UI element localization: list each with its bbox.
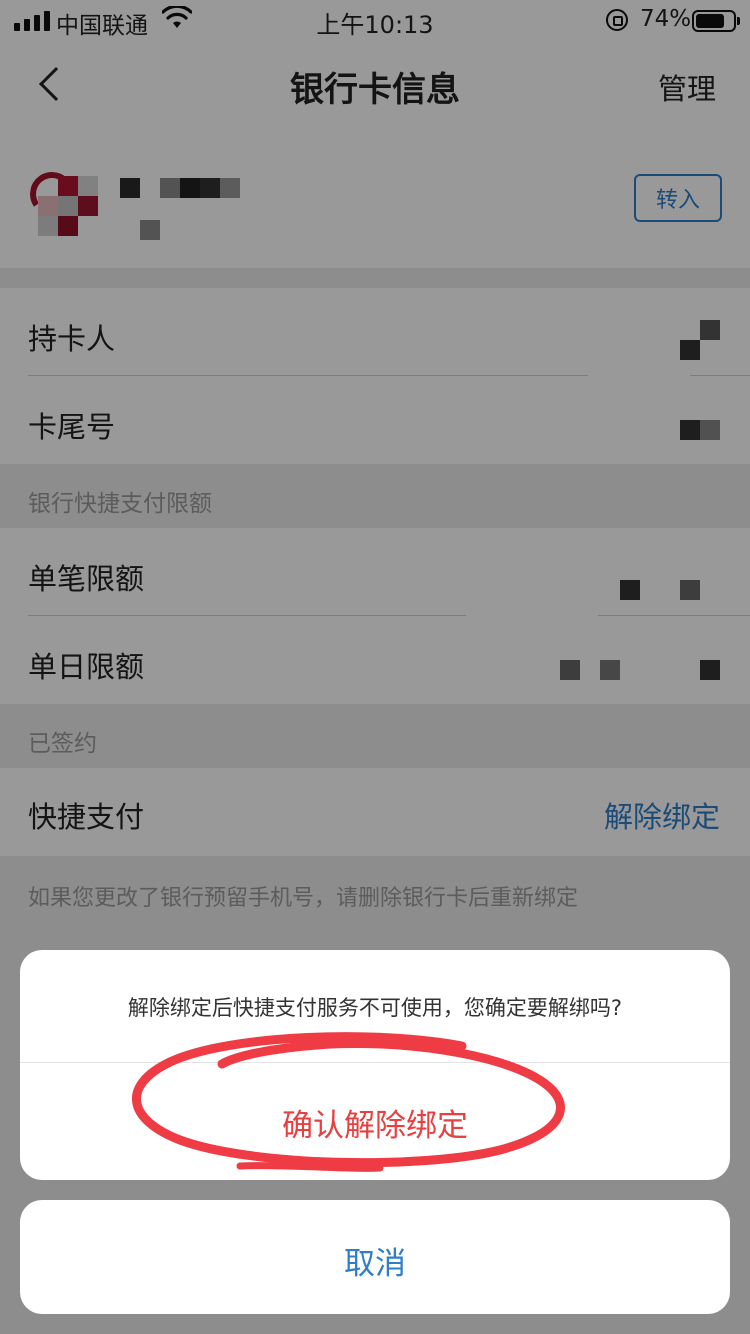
unbind-confirm-sheet: 解除绑定后快捷支付服务不可使用，您确定要解绑吗? 确认解除绑定 [20,950,730,1180]
divider [20,1062,730,1063]
unbind-warning-message: 解除绑定后快捷支付服务不可使用，您确定要解绑吗? [127,996,623,1020]
baidu-watermark: Baidu 经验 jingyan.baidu.com [543,1248,710,1308]
watermark-logo: Baidu 经验 [543,1256,710,1291]
confirm-unbind-button[interactable]: 确认解除绑定 [20,1100,730,1145]
watermark-url: jingyan.baidu.com [580,1292,710,1308]
